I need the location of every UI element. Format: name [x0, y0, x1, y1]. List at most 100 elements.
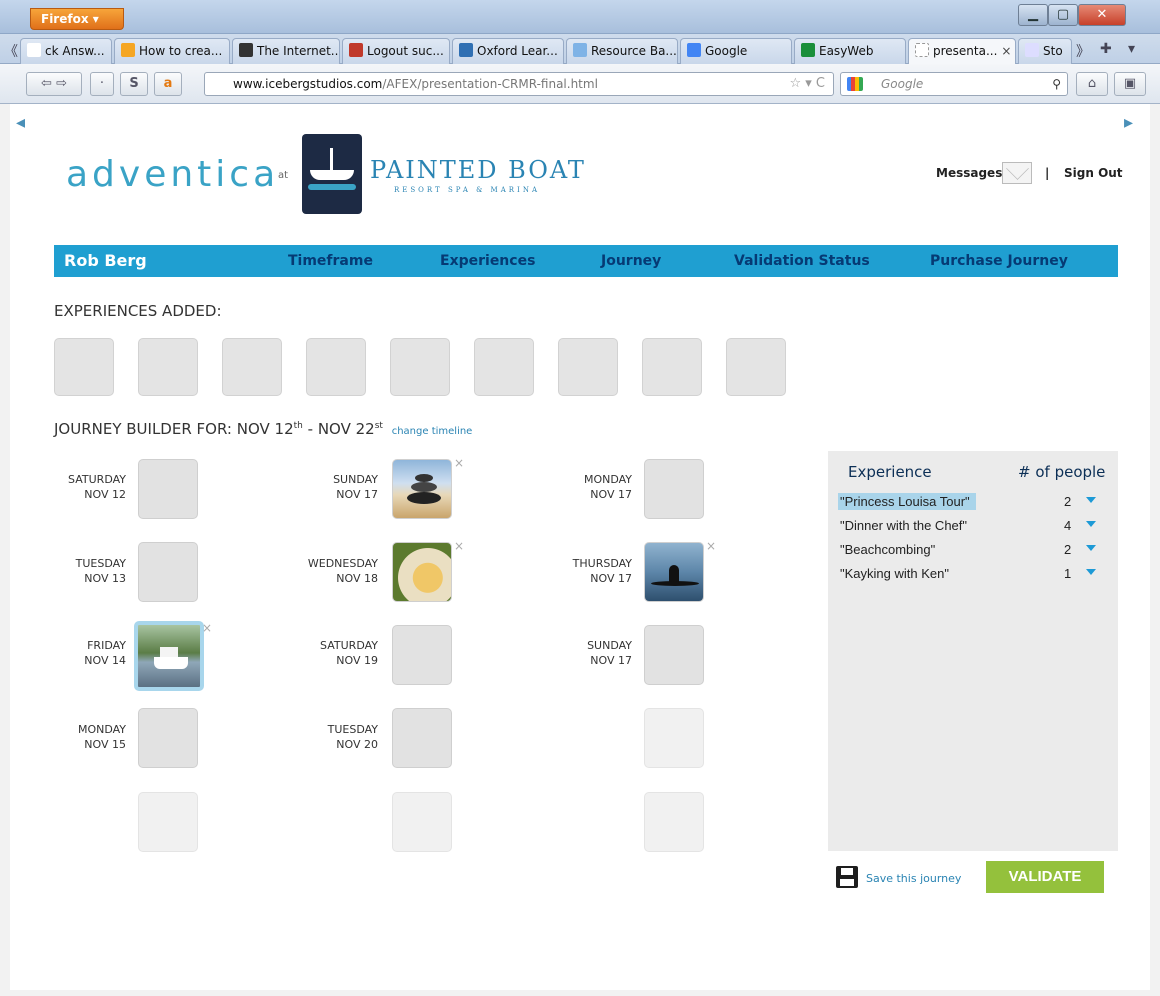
day-label: WEDNESDAY NOV 18	[307, 557, 378, 585]
browser-tab[interactable]: Logout suc...	[342, 38, 450, 64]
day-slot-empty[interactable]	[138, 792, 198, 852]
google-favicon-icon	[687, 43, 701, 57]
history-dropdown-button[interactable]: ·	[90, 72, 114, 96]
day-slot-empty[interactable]	[392, 792, 452, 852]
search-icon[interactable]: ⚲	[1052, 73, 1061, 95]
experience-slot[interactable]	[306, 338, 366, 396]
people-dropdown-icon[interactable]	[1086, 569, 1096, 575]
experience-slot[interactable]	[726, 338, 786, 396]
experience-row-selected[interactable]: "Princess Louisa Tour" 2	[836, 491, 1110, 513]
experience-slot[interactable]	[54, 338, 114, 396]
close-window-button[interactable]: ✕	[1078, 4, 1126, 26]
menu-item-validation-status[interactable]: Validation Status	[734, 253, 870, 269]
messages-link[interactable]: Messages	[936, 166, 1002, 180]
experience-slot[interactable]	[390, 338, 450, 396]
tab-scroll-left-icon[interactable]: 《	[4, 41, 18, 61]
day-slot-stones-image[interactable]	[392, 459, 452, 519]
people-dropdown-icon[interactable]	[1086, 545, 1096, 551]
s-addon-button[interactable]: S	[120, 72, 148, 96]
new-tab-icon[interactable]: ✚	[1100, 41, 1112, 57]
day-slot[interactable]	[392, 708, 452, 768]
browser-tab[interactable]: ck Answ...	[20, 38, 112, 64]
amazon-button[interactable]: a	[154, 72, 182, 96]
firefox-menu-button[interactable]: Firefox ▾	[30, 8, 124, 30]
browser-tab[interactable]: Google	[680, 38, 792, 64]
home-button[interactable]: ⌂	[1076, 72, 1108, 96]
experience-slot[interactable]	[222, 338, 282, 396]
remove-experience-icon[interactable]: ×	[202, 621, 212, 635]
experience-row[interactable]: "Kayking with Ken" 1	[836, 563, 1110, 585]
day-slot-princess-louisa-image[interactable]	[134, 621, 204, 691]
main-menu: Rob Berg Timeframe Experiences Journey V…	[54, 245, 1118, 277]
change-timeline-link[interactable]: change timeline	[392, 426, 473, 437]
day-label: SUNDAY NOV 17	[587, 639, 632, 667]
experience-slot[interactable]	[138, 338, 198, 396]
back-icon[interactable]: ⇦	[41, 76, 52, 91]
people-dropdown-icon[interactable]	[1086, 497, 1096, 503]
favicon-icon	[349, 43, 363, 57]
day-label: MONDAY NOV 17	[583, 473, 632, 501]
day-label: SATURDAY NOV 19	[320, 639, 378, 667]
browser-tab[interactable]: EasyWeb	[794, 38, 906, 64]
day-slot[interactable]	[138, 459, 198, 519]
back-forward-buttons[interactable]: ⇦ ⇨	[26, 72, 82, 96]
floppy-disk-icon[interactable]	[836, 866, 858, 888]
journey-builder-heading: JOURNEY BUILDER FOR: NOV 12th - NOV 22st…	[54, 420, 473, 438]
validate-button[interactable]: VALIDATE	[986, 861, 1104, 893]
maximize-button[interactable]: ▢	[1048, 4, 1078, 26]
right-navigation-arrow-icon[interactable]: ▸	[1124, 112, 1133, 133]
browser-tab[interactable]: How to crea...	[114, 38, 230, 64]
url-bar[interactable]: www.icebergstudios.com/AFEX/presentation…	[204, 72, 834, 96]
day-slot[interactable]	[138, 708, 198, 768]
people-dropdown-icon[interactable]	[1086, 521, 1096, 527]
experience-slot[interactable]	[558, 338, 618, 396]
tab-list-icon[interactable]: ▾	[1128, 41, 1135, 57]
day-slot[interactable]	[138, 542, 198, 602]
save-journey-link[interactable]: Save this journey	[866, 872, 961, 885]
browser-tab[interactable]: Resource Ba...	[566, 38, 678, 64]
day-label: FRIDAY NOV 14	[84, 639, 126, 667]
experience-slot[interactable]	[474, 338, 534, 396]
day-slot-kayak-image[interactable]	[644, 542, 704, 602]
day-slot-dinner-image[interactable]	[392, 542, 452, 602]
addon-button[interactable]: ▣	[1114, 72, 1146, 96]
favicon-icon	[121, 43, 135, 57]
day-slot-empty[interactable]	[644, 792, 704, 852]
user-name[interactable]: Rob Berg	[64, 251, 147, 270]
google-logo-icon[interactable]	[847, 77, 863, 91]
adventica-logo: adventica	[66, 154, 280, 195]
experience-slot[interactable]	[642, 338, 702, 396]
bookmark-reload-icons[interactable]: ☆ ▾ C	[789, 73, 825, 95]
remove-experience-icon[interactable]: ×	[454, 539, 464, 553]
browser-tab[interactable]: The Internet...	[232, 38, 340, 64]
web-page: ◂ ▸ adventica at PAINTED BOAT RESORT SPA…	[10, 104, 1150, 990]
menu-item-purchase-journey[interactable]: Purchase Journey	[930, 253, 1068, 269]
menu-item-journey[interactable]: Journey	[601, 253, 661, 269]
forward-icon[interactable]: ⇨	[56, 76, 67, 91]
browser-tab-active[interactable]: presenta... ×	[908, 38, 1016, 64]
menu-item-timeframe[interactable]: Timeframe	[288, 253, 373, 269]
remove-experience-icon[interactable]: ×	[706, 539, 716, 553]
favicon-icon	[27, 43, 41, 57]
day-slot[interactable]	[392, 625, 452, 685]
people-column-header: # of people	[1018, 463, 1106, 481]
minimize-button[interactable]: ▁	[1018, 4, 1048, 26]
left-navigation-arrow-icon[interactable]: ◂	[16, 112, 25, 133]
day-slot[interactable]	[644, 459, 704, 519]
browser-tab[interactable]: Oxford Lear...	[452, 38, 564, 64]
resort-subtitle: RESORT SPA & MARINA	[394, 186, 540, 194]
logo-at-text: at	[278, 170, 289, 181]
search-bar[interactable]: Google ⚲	[840, 72, 1068, 96]
browser-tab[interactable]: Sto	[1018, 38, 1072, 64]
sign-out-link[interactable]: Sign Out	[1064, 166, 1123, 180]
day-label: TUESDAY NOV 20	[327, 723, 378, 751]
remove-experience-icon[interactable]: ×	[454, 456, 464, 470]
envelope-icon[interactable]	[1002, 162, 1032, 184]
day-slot[interactable]	[644, 625, 704, 685]
close-tab-icon[interactable]: ×	[1001, 44, 1011, 58]
experience-row[interactable]: "Beachcombing" 2	[836, 539, 1110, 561]
menu-item-experiences[interactable]: Experiences	[440, 253, 535, 269]
tab-scroll-right-icon[interactable]: 》	[1076, 41, 1090, 61]
experience-row[interactable]: "Dinner with the Chef" 4	[836, 515, 1110, 537]
day-slot-empty[interactable]	[644, 708, 704, 768]
